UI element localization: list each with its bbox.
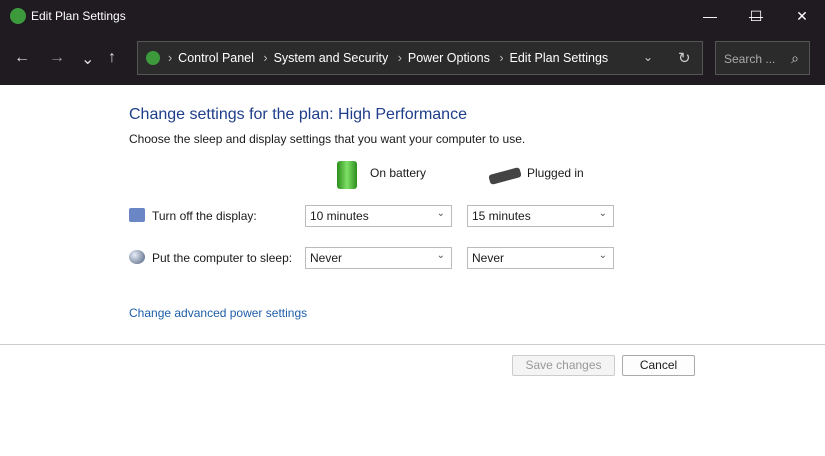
- up-button[interactable]: ↑: [108, 49, 116, 67]
- sleep-label: Put the computer to sleep:: [152, 251, 293, 265]
- sleep-plugged-select[interactable]: Never ⌄: [467, 247, 614, 269]
- power-options-icon: [10, 8, 26, 24]
- address-dropdown-icon[interactable]: ⌄: [643, 50, 653, 64]
- save-changes-button[interactable]: Save changes: [512, 355, 615, 376]
- advanced-settings-link[interactable]: Change advanced power settings: [129, 306, 307, 320]
- recent-locations-button[interactable]: ⌄: [81, 49, 94, 69]
- cancel-button[interactable]: Cancel: [622, 355, 695, 376]
- navigation-bar: ← → ⌄ ↑ › Control Panel › System and Secur…: [0, 33, 825, 85]
- breadcrumb-edit-plan[interactable]: Edit Plan Settings: [510, 51, 609, 65]
- chevron-down-icon: ⌄: [598, 208, 607, 219]
- forward-button[interactable]: →: [49, 49, 65, 67]
- control-panel-icon: [146, 51, 160, 65]
- search-icon[interactable]: ⌕: [791, 50, 799, 67]
- sleep-plugged-value: Never: [472, 251, 505, 265]
- back-button[interactable]: ←: [14, 49, 30, 67]
- close-button[interactable]: ✕: [779, 0, 825, 33]
- maximize-button[interactable]: ☐: [733, 0, 779, 33]
- window-title: Edit Plan Settings: [31, 9, 126, 23]
- sleep-icon: [129, 250, 145, 264]
- chevron-down-icon: ⌄: [436, 250, 445, 261]
- battery-icon: [337, 161, 357, 189]
- breadcrumb-power-options[interactable]: Power Options: [408, 51, 490, 65]
- display-battery-value: 10 minutes: [310, 209, 369, 223]
- main-content: Change settings for the plan: High Perfo…: [0, 85, 825, 456]
- minimize-button[interactable]: —: [687, 0, 733, 33]
- chevron-down-icon: ⌄: [598, 250, 607, 261]
- plug-icon: [488, 167, 522, 185]
- breadcrumb-system-security[interactable]: System and Security: [274, 51, 389, 65]
- on-battery-header: On battery: [370, 166, 427, 180]
- chevron-down-icon: ⌄: [436, 208, 445, 219]
- sleep-battery-value: Never: [310, 251, 343, 265]
- display-icon: [129, 208, 145, 222]
- display-battery-select[interactable]: 10 minutes ⌄: [305, 205, 452, 227]
- address-bar[interactable]: › Control Panel › System and Security › Pow…: [137, 41, 703, 75]
- display-plugged-select[interactable]: 15 minutes ⌄: [467, 205, 614, 227]
- search-placeholder: Search ...: [724, 52, 776, 66]
- display-label: Turn off the display:: [152, 209, 257, 223]
- sleep-battery-select[interactable]: Never ⌄: [305, 247, 452, 269]
- page-title: Change settings for the plan: High Perfo…: [129, 106, 467, 123]
- divider: [0, 344, 825, 345]
- display-plugged-value: 15 minutes: [472, 209, 531, 223]
- page-subtitle: Choose the sleep and display settings th…: [129, 132, 526, 146]
- breadcrumb-control-panel[interactable]: Control Panel: [178, 51, 254, 65]
- refresh-icon[interactable]: ↻: [678, 49, 691, 67]
- plugged-in-header: Plugged in: [527, 166, 584, 180]
- search-input[interactable]: Search ... ⌕: [715, 41, 810, 75]
